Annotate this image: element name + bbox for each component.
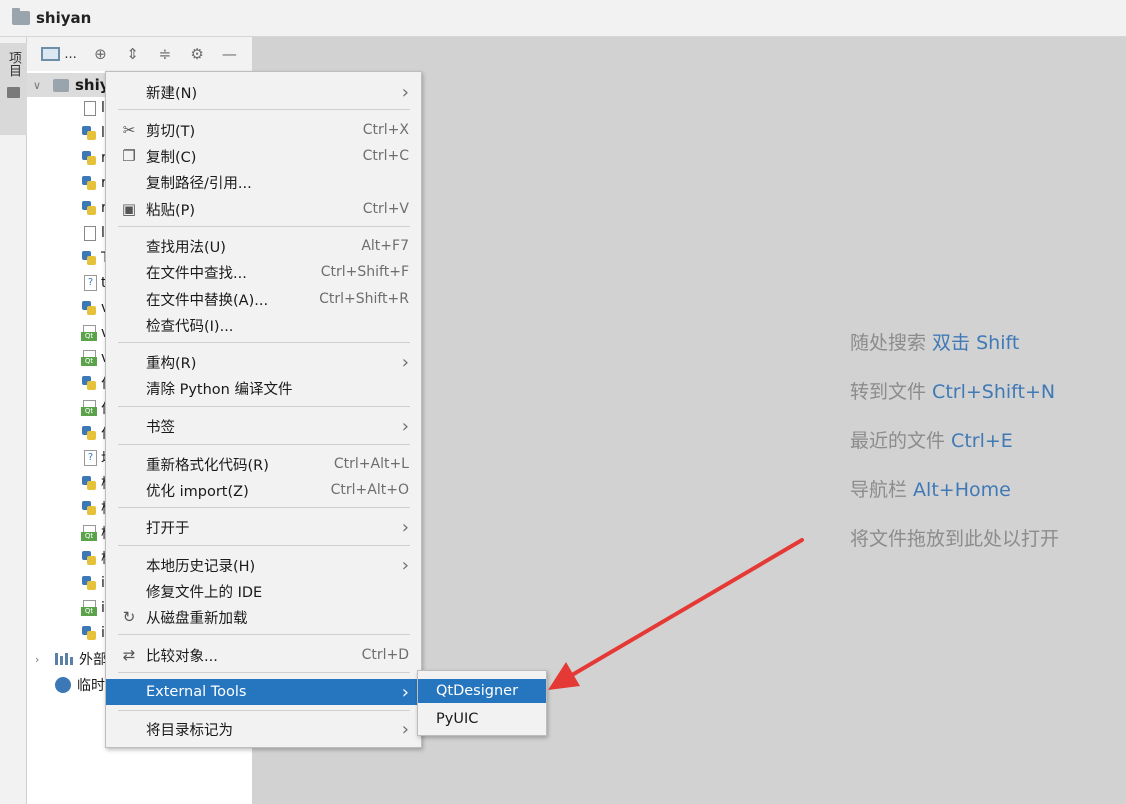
annotation-arrow (548, 538, 804, 690)
